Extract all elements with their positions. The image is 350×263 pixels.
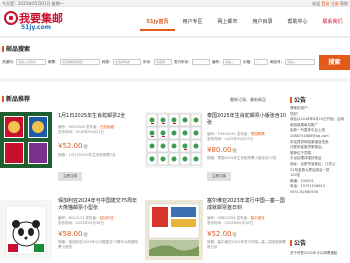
- label-type: 种类：: [102, 60, 113, 64]
- product-card[interactable]: 1月1日2025年生肖蛇邮票2全 编号：MS70285 发布者：巴西收藏 发布时…: [0, 108, 142, 194]
- product-title[interactable]: 保加利亚2024年与中国建交75周年大熊猫邮票小型张: [58, 198, 142, 212]
- section-marker-icon: [290, 240, 292, 246]
- year-select[interactable]: 请选择: [154, 59, 172, 65]
- product-desc: 规格：塞尔维亚2023年发行中国—塞—国成就邮票首日封: [207, 240, 286, 249]
- register-link[interactable]: 注册: [331, 1, 339, 6]
- nav-market[interactable]: 网上邮市: [210, 13, 245, 31]
- latest-section-title: 新品推荐: [2, 94, 30, 103]
- product-desc: 规格：1月1日2025年生肖蛇邮票2全: [58, 153, 116, 157]
- search-section-title: 邮品搜索: [2, 44, 30, 53]
- panda-stamp-image: [0, 200, 52, 260]
- issue-year-input[interactable]: [192, 59, 210, 65]
- product-date: 发布时间：2025年05月18日: [58, 221, 104, 225]
- logo-icon: [4, 11, 18, 25]
- product-desc: 规格：泰国2025年生肖蛇邮票小版张含10张: [207, 156, 277, 160]
- notice2-title: 公告: [290, 238, 306, 247]
- login-link[interactable]: 登录: [321, 1, 329, 6]
- label-keyword: 关键词：: [2, 60, 16, 64]
- keyword-input[interactable]: 请输入关键词: [16, 59, 46, 65]
- section-marker-icon: [290, 97, 292, 103]
- top-links: 欢迎 登录 注册 帮助: [312, 1, 348, 7]
- price-input[interactable]: —: [254, 59, 268, 65]
- nav-help[interactable]: 帮助中心: [280, 13, 315, 31]
- cover-image: [145, 200, 203, 260]
- nav-contact[interactable]: 联系我们: [315, 13, 350, 31]
- notice-body: 尊敬的用户： 您好！ 我站从2018年6月22日开始，启用 邮品新展每月推广 由…: [290, 106, 350, 214]
- product-price: ¥58.00/套: [58, 230, 88, 238]
- main-nav: 51jy首页 用户专区 网上邮市 用户目录 帮助中心 联系我们: [140, 13, 350, 31]
- item-no-input[interactable]: 请输入: [285, 59, 315, 65]
- label-stamp: 邮票：: [48, 60, 59, 64]
- nav-catalog[interactable]: 用户目录: [245, 13, 280, 31]
- label-price: 价格：: [243, 60, 254, 64]
- label-year: 年份：: [143, 60, 154, 64]
- product-date: 发布时间：2025年05月23日: [58, 130, 104, 134]
- number-input[interactable]: 请输入: [223, 59, 241, 65]
- stamp-sheet-image: [145, 112, 203, 168]
- type-select[interactable]: 请选择种类: [113, 59, 141, 65]
- product-thumbnail[interactable]: [145, 112, 203, 168]
- product-desc: 规格：保加利亚2024年与中国建交75周年大熊猫邮票小型张: [58, 240, 138, 249]
- label-number: 编号：: [212, 60, 223, 64]
- search-form: 关键词： 请输入关键词 邮票： 请选择邮票类别 种类： 请选择种类 年份： 请选…: [0, 55, 350, 73]
- nav-home[interactable]: 51jy首页: [140, 13, 175, 31]
- notice-line: 我站从2018年6月22日开始，启用: [290, 117, 345, 122]
- logo-domain: 51jy.com: [21, 24, 51, 31]
- product-card[interactable]: 保加利亚2024年与中国建交75周年大熊猫邮票小型张 编号：BGL0123 发布…: [0, 196, 142, 263]
- search-button[interactable]: 搜索: [319, 55, 350, 70]
- nav-user[interactable]: 用户专区: [175, 13, 210, 31]
- product-title[interactable]: 泰国2025年生肖蛇邮票小版张含10张: [207, 113, 287, 127]
- welcome-text: 欢迎: [312, 1, 321, 6]
- section-marker-icon: [2, 46, 4, 52]
- product-price: ¥52.00/套: [58, 142, 88, 150]
- notice2-link[interactable]: 关于停售2025年卡片邮票通知: [290, 251, 350, 256]
- stamp-image: [0, 112, 52, 168]
- subscribe-button[interactable]: 立即订阅: [207, 172, 231, 181]
- today-date: 今天是：2025年05月01日 星期一: [2, 1, 64, 6]
- notice-line: 0551-62660506: [290, 189, 318, 194]
- label-item-no: 邮品号：: [270, 60, 284, 64]
- top-bar: 今天是：2025年05月01日 星期一 欢迎 登录 注册 帮助: [0, 0, 350, 7]
- product-date: 发布时间：2025年05月18日: [207, 221, 253, 225]
- product-thumbnail[interactable]: [0, 112, 52, 168]
- label-issue-year: 发行年份：: [174, 60, 192, 64]
- product-thumbnail[interactable]: [0, 200, 52, 260]
- stamp-select[interactable]: 请选择邮票类别: [60, 59, 100, 65]
- product-card[interactable]: 泰国2025年生肖蛇邮票小版张含10张 编号：TH400335 发布者：泰国邮票…: [145, 108, 287, 194]
- help-link[interactable]: 帮助: [340, 1, 348, 6]
- sort-links[interactable]: 最新订阅、最新邮品: [230, 97, 266, 103]
- product-title[interactable]: 塞尔维亚2023年发行中国—塞—国成就邮票首日封: [207, 198, 287, 212]
- subscribe-button[interactable]: 立即订阅: [58, 172, 82, 181]
- site-logo[interactable]: 我要集邮 51jy.com: [4, 9, 64, 35]
- product-thumbnail[interactable]: [145, 200, 203, 260]
- product-card[interactable]: 塞尔维亚2023年发行中国—塞—国成就邮票首日封 编号：SR800258 发布者…: [145, 196, 287, 263]
- section-divider: [0, 78, 350, 82]
- section-marker-icon: [2, 96, 4, 102]
- notice-title: 公告: [290, 95, 306, 104]
- product-price: ¥52.00/套: [207, 230, 237, 238]
- product-title[interactable]: 1月1日2025年生肖蛇邮票2全: [58, 113, 142, 120]
- header-divider: [0, 36, 350, 38]
- product-date: 发布时间：2025年05月23日: [207, 137, 253, 141]
- product-price: ¥80.00/套: [207, 146, 237, 154]
